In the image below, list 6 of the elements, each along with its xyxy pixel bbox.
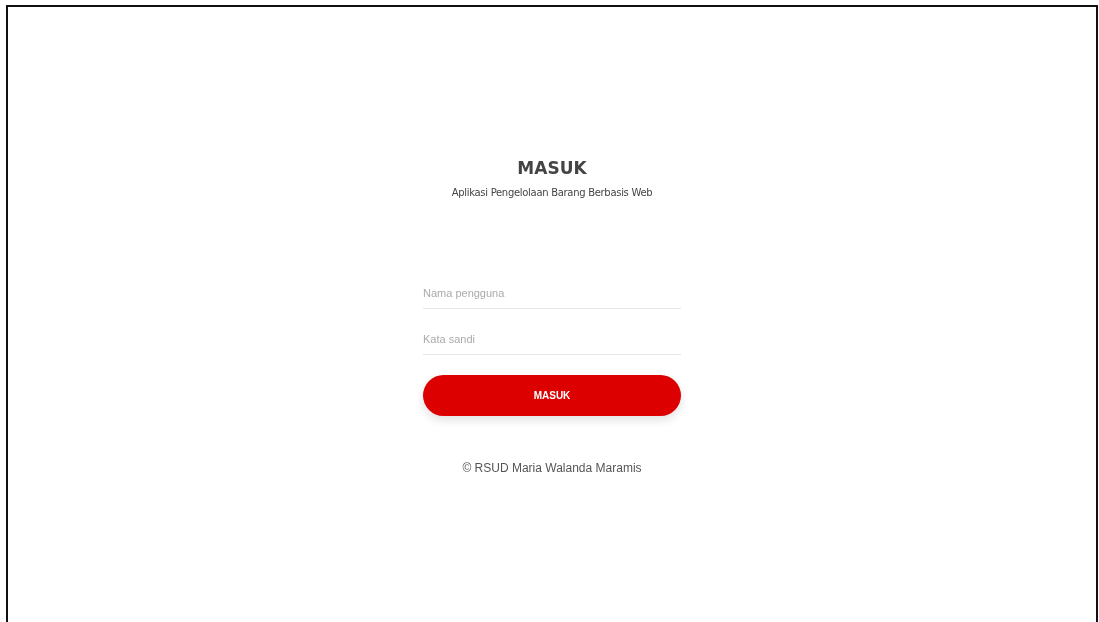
login-button[interactable]: MASUK: [423, 375, 681, 416]
copyright-text: © RSUD Maria Walanda Maramis: [461, 461, 643, 475]
text-field[interactable]: Kata sandi: [423, 323, 681, 355]
login-title: MASUK: [516, 158, 588, 178]
text-field[interactable]: Nama pengguna: [423, 277, 681, 309]
app-subtitle: Aplikasi Pengelolaan Barang Berbasis Web: [450, 187, 654, 198]
